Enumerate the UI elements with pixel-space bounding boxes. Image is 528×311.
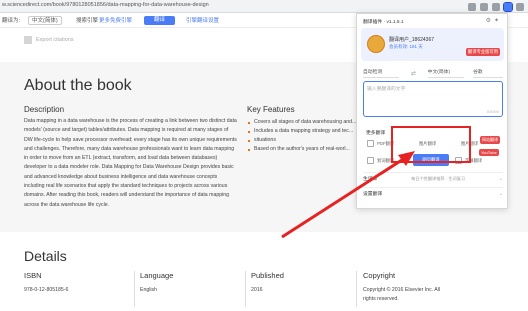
feature-item: Includes a data mapping strategy and tec… (247, 127, 357, 136)
detail-label-isbn: ISBN (24, 271, 42, 280)
column-divider (245, 271, 246, 307)
pro-badge[interactable]: 翻译专业版可用 (465, 48, 500, 56)
profile-icon[interactable] (516, 2, 524, 11)
translate-input-placeholder: 输入要翻译的文字 (367, 87, 406, 92)
detail-value-copyright: Copyright © 2016 Elsevier Inc. All right… (363, 287, 441, 302)
highlight-box (391, 126, 471, 163)
engine-label: 搜索引擎 (76, 18, 99, 24)
settings-icon[interactable]: ⚙ (486, 18, 494, 24)
feature-item: Covers all stages of data warehousing an… (247, 118, 357, 127)
engine-select[interactable]: 谷歌 (472, 69, 503, 78)
wordbook-section[interactable]: 生词本 每日个性翻译推荐 · 生词复习 ⌄ (363, 172, 503, 184)
details-heading: Details (24, 248, 67, 264)
translate-button[interactable]: 翻译 (144, 16, 176, 25)
wordbook-hint: 每日个性翻译推荐 · 生词复习 (411, 175, 466, 181)
pdf-icon[interactable] (367, 140, 374, 147)
detail-value-language: English (140, 287, 158, 293)
feature-item: situations (247, 136, 357, 145)
select-icon[interactable] (367, 157, 374, 164)
translate-to-label: 翻译为: (2, 18, 21, 24)
export-citations-link[interactable]: Export citations (24, 36, 74, 44)
export-icon (24, 36, 32, 44)
pin-icon[interactable]: ✦ (494, 18, 502, 24)
settings-label: 设置翻译 (363, 192, 383, 197)
avatar (367, 35, 385, 53)
swap-icon[interactable]: ⇄ (408, 70, 418, 77)
url-text[interactable]: w.sciencedirect.com/book/9780128051856/d… (2, 2, 209, 8)
extension-icon[interactable] (468, 2, 476, 11)
features-list: Covers all stages of data warehousing an… (247, 118, 357, 154)
wordbook-label: 生词本 (363, 177, 378, 182)
extension-toolbar (468, 1, 524, 12)
features-heading: Key Features (247, 105, 295, 114)
detail-label-published: Published (251, 271, 284, 280)
username: 翻译用户_18624367 (389, 37, 435, 43)
language-row: 自动检测 ⇄ 中文(简体) 谷歌 (363, 69, 503, 78)
description-heading: Description (24, 105, 65, 114)
chevron-down-icon: ⌄ (498, 190, 503, 197)
source-language-select[interactable]: 自动检测 (363, 69, 399, 78)
target-language-select[interactable]: 中文(简体) (28, 16, 62, 25)
translate-input[interactable]: 输入要翻译的文字 0/5000 (363, 81, 503, 117)
extension-icon[interactable] (480, 2, 488, 11)
settings-section[interactable]: 设置翻译 ⌄ (363, 187, 503, 199)
detail-label-language: Language (140, 271, 174, 280)
target-language-select[interactable]: 中文(简体) (427, 69, 464, 78)
feature-item: Based on the author's years of real-worl… (247, 145, 357, 154)
char-count: 0/5000 (486, 109, 499, 114)
detail-value-published: 2016 (251, 287, 263, 293)
description-text: Data mapping in a data warehouse is the … (24, 118, 237, 208)
extension-icon[interactable] (492, 2, 500, 11)
about-heading: About the book (24, 77, 132, 94)
detail-label-copyright: Copyright (363, 271, 396, 280)
column-divider (134, 271, 135, 307)
popup-title: 翻译插件 · v1.1.5.1 (363, 20, 404, 25)
detail-value-isbn: 978-0-12-805185-6 (24, 287, 69, 293)
popup-header-icons: ⚙✦ (486, 17, 502, 24)
user-profile-card[interactable]: 翻译用户_18624367 会员有效: 181 天 翻译专业版可用 (361, 28, 504, 61)
translate-extension-popup: 翻译插件 · v1.1.5.1 ⚙✦ 翻译用户_18624367 会员有效: 1… (356, 13, 508, 209)
web-translate-badge: 网站翻译 (480, 136, 500, 144)
more-translate-label: 更多翻译 (366, 131, 386, 136)
settings-link[interactable]: 引擎翻译设置 (186, 16, 219, 24)
browser-url-bar[interactable]: w.sciencedirect.com/book/9780128051856/d… (0, 0, 528, 13)
translate-extension-icon[interactable] (503, 1, 513, 12)
youtube-badge: YouTube (479, 149, 499, 156)
export-citations-label: Export citations (36, 37, 74, 43)
chevron-down-icon: ⌄ (498, 175, 503, 182)
engine-link[interactable]: 更多免费引擎 (99, 16, 132, 24)
column-divider (356, 271, 357, 307)
vip-status: 会员有效: 181 天 (389, 44, 423, 49)
